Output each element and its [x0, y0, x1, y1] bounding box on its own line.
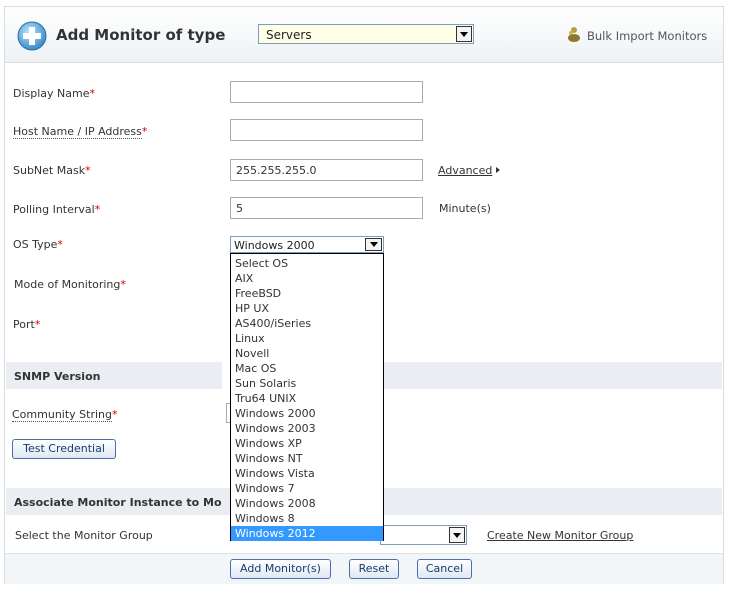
os-option[interactable]: Windows 2012 — [231, 526, 383, 541]
display-name-input[interactable] — [230, 81, 423, 103]
polling-unit-label: Minute(s) — [439, 202, 491, 215]
add-plus-icon — [17, 21, 47, 51]
add-monitor-button[interactable]: Add Monitor(s) — [230, 559, 331, 579]
page-title: Add Monitor of type — [56, 26, 226, 44]
os-option[interactable]: AIX — [231, 271, 383, 286]
monitor-group-label: Select the Monitor Group — [15, 529, 153, 542]
monitor-type-select[interactable]: Servers — [258, 24, 474, 44]
os-option[interactable]: Mac OS — [231, 361, 383, 376]
snmp-section-header-right — [384, 362, 722, 389]
os-type-value: Windows 2000 — [234, 239, 315, 252]
associate-section-header: Associate Monitor Instance to Mo — [6, 488, 230, 515]
chevron-down-icon[interactable] — [365, 238, 382, 251]
host-name-input[interactable] — [230, 119, 423, 141]
subnet-mask-input[interactable]: 255.255.255.0 — [230, 159, 423, 181]
chevron-right-icon — [496, 167, 501, 173]
polling-interval-label: Polling Interval* — [13, 203, 101, 216]
monitor-type-value: Servers — [266, 28, 312, 42]
os-option[interactable]: Sun Solaris — [231, 376, 383, 391]
os-option[interactable]: Windows 2008 — [231, 496, 383, 511]
os-option[interactable]: Windows 8 — [231, 511, 383, 526]
display-name-label: Display Name* — [13, 87, 95, 100]
os-option[interactable]: Windows XP — [231, 436, 383, 451]
header-bar: Add Monitor of type Servers Bulk Import … — [5, 7, 723, 63]
host-name-label: Host Name / IP Address* — [13, 125, 148, 139]
os-option[interactable]: Windows 7 — [231, 481, 383, 496]
os-option[interactable]: Tru64 UNIX — [231, 391, 383, 406]
os-option[interactable]: HP UX — [231, 301, 383, 316]
reset-button[interactable]: Reset — [349, 559, 399, 579]
os-option[interactable]: AS400/iSeries — [231, 316, 383, 331]
os-option[interactable]: FreeBSD — [231, 286, 383, 301]
os-option[interactable]: Linux — [231, 331, 383, 346]
os-option[interactable]: Windows 2003 — [231, 421, 383, 436]
os-type-label: OS Type* — [13, 238, 63, 251]
test-credential-button[interactable]: Test Credential — [12, 439, 116, 459]
cancel-button[interactable]: Cancel — [417, 559, 472, 579]
os-option[interactable]: Windows Vista — [231, 466, 383, 481]
associate-section-header-right — [384, 488, 722, 515]
mode-of-monitoring-label: Mode of Monitoring* — [14, 278, 126, 291]
monitor-group-select[interactable] — [380, 525, 467, 545]
advanced-link[interactable]: Advanced — [438, 164, 501, 177]
chevron-down-icon[interactable] — [449, 527, 465, 543]
bulk-import-link[interactable]: Bulk Import Monitors — [587, 29, 707, 43]
port-label: Port* — [13, 318, 41, 331]
os-option[interactable]: Select OS — [231, 256, 383, 271]
os-option[interactable]: Windows NT — [231, 451, 383, 466]
community-string-label: Community String* — [12, 408, 118, 422]
create-monitor-group-link[interactable]: Create New Monitor Group — [487, 529, 633, 542]
os-type-select[interactable]: Windows 2000 — [230, 236, 384, 253]
snmp-section-header: SNMP Version — [6, 362, 222, 389]
os-option[interactable]: Novell — [231, 346, 383, 361]
os-option[interactable]: Windows 2000 — [231, 406, 383, 421]
bulk-import-icon[interactable] — [567, 26, 581, 42]
subnet-mask-label: SubNet Mask* — [13, 164, 91, 177]
os-type-dropdown-list[interactable]: Select OS AIX FreeBSD HP UX AS400/iSeries Lin… — [230, 253, 384, 541]
chevron-down-icon[interactable] — [456, 26, 472, 42]
polling-interval-input[interactable]: 5 — [230, 197, 423, 219]
